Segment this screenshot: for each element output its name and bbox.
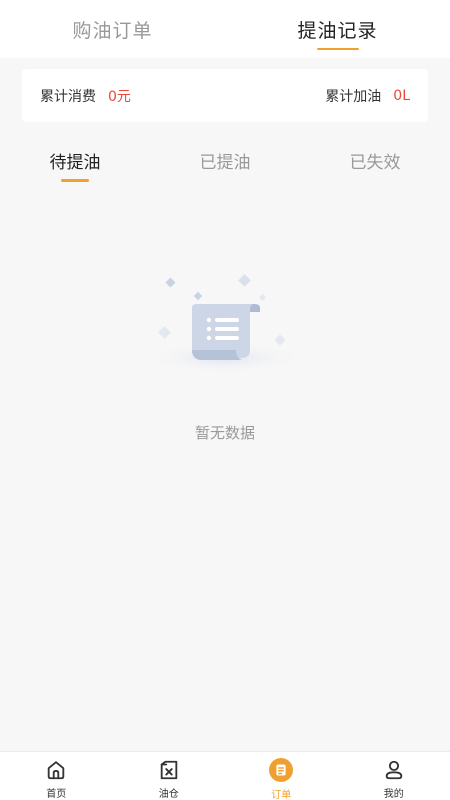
app-screen: 购油订单 提油记录 累计消费 0元 累计加油 0L 待提油 已提油 已失效 暂无… — [0, 0, 450, 800]
order-icon — [269, 758, 294, 782]
empty-document-icon — [140, 268, 310, 378]
tab-pickup-records-label: 提油记录 — [297, 19, 378, 42]
nav-home-label: 首页 — [46, 789, 67, 800]
total-consumption: 累计消费 0元 — [40, 86, 131, 106]
tab-picked-up-label: 已提油 — [199, 153, 251, 173]
tab-pending-pickup-label: 待提油 — [49, 153, 101, 173]
tab-expired-label: 已失效 — [349, 153, 401, 173]
nav-profile[interactable]: 我的 — [338, 752, 450, 800]
home-icon — [44, 758, 68, 781]
total-consumption-label: 累计消费 — [40, 88, 96, 105]
total-refuel-value: 0L — [393, 87, 410, 104]
tab-expired[interactable]: 已失效 — [300, 140, 450, 190]
nav-home[interactable]: 首页 — [0, 752, 113, 800]
total-refuel-label: 累计加油 — [325, 88, 382, 105]
nav-orders-label: 订单 — [271, 790, 292, 800]
tab-pickup-records[interactable]: 提油记录 — [225, 0, 450, 58]
nav-oil-tank-label: 油仓 — [158, 789, 179, 800]
status-tab-bar: 待提油 已提油 已失效 — [0, 140, 450, 190]
active-tab-indicator — [316, 48, 359, 50]
profile-icon — [382, 758, 406, 781]
active-subtab-indicator — [61, 179, 89, 182]
nav-orders[interactable]: 订单 — [225, 752, 338, 800]
tab-picked-up[interactable]: 已提油 — [150, 140, 300, 190]
oil-tank-icon — [157, 758, 181, 781]
top-tab-bar: 购油订单 提油记录 — [0, 0, 450, 58]
total-consumption-value: 0元 — [108, 88, 131, 105]
total-refuel: 累计加油 0L — [325, 86, 410, 106]
tab-pending-pickup[interactable]: 待提油 — [0, 140, 150, 190]
nav-oil-tank[interactable]: 油仓 — [113, 752, 226, 800]
empty-state-text: 暂无数据 — [194, 424, 255, 442]
bottom-navigation: 首页 油仓 订单 我的 — [0, 751, 450, 800]
nav-profile-label: 我的 — [383, 789, 404, 800]
tab-purchase-orders-label: 购油订单 — [72, 19, 153, 42]
summary-card: 累计消费 0元 累计加油 0L — [22, 69, 428, 122]
tab-purchase-orders[interactable]: 购油订单 — [0, 0, 225, 58]
